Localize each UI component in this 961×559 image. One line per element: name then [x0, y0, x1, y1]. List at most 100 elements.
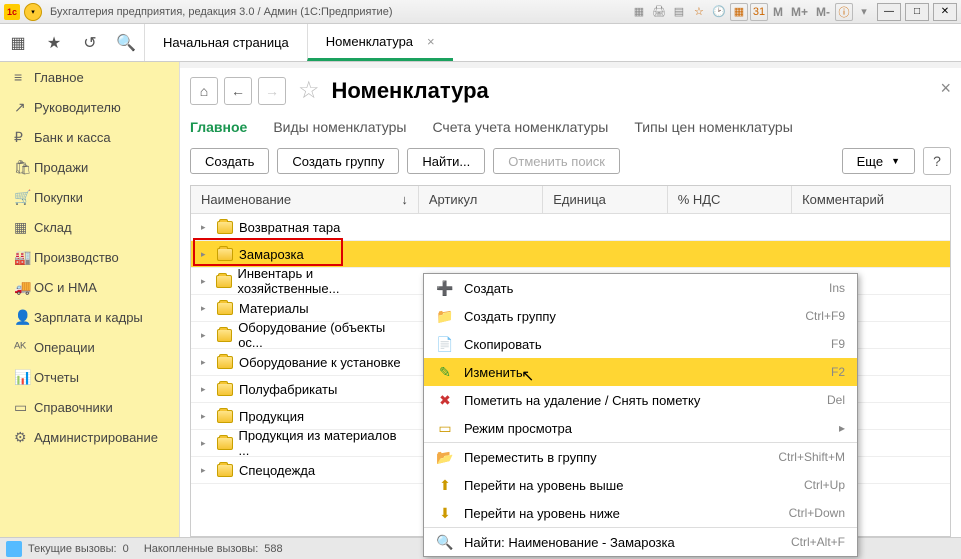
search-icon[interactable]: 🔍	[108, 24, 144, 61]
menu-label: Создать	[464, 281, 819, 296]
menu-item[interactable]: 📁Создать группуCtrl+F9	[424, 302, 857, 330]
current-calls-label: Текущие вызовы:	[28, 543, 117, 555]
expand-icon[interactable]: ▸	[201, 249, 211, 260]
history-icon[interactable]: ↺	[72, 24, 108, 61]
m-button[interactable]: M	[770, 5, 786, 19]
nav-label: Зарплата и кадры	[34, 310, 143, 325]
expand-icon[interactable]: ▸	[201, 384, 211, 395]
minimize-button[interactable]: —	[877, 3, 901, 21]
nav-icon: ≡	[14, 69, 34, 85]
nav-label: Главное	[34, 70, 84, 85]
tab-close-icon[interactable]: ×	[427, 34, 435, 49]
expand-icon[interactable]: ▸	[201, 357, 211, 368]
sidebar: ≡Главное↗Руководителю₽Банк и касса🛍Прода…	[0, 62, 180, 537]
expand-icon[interactable]: ▸	[201, 411, 211, 422]
create-group-button[interactable]: Создать группу	[277, 148, 399, 174]
m-plus-button[interactable]: M+	[788, 5, 811, 19]
star-icon[interactable]: ★	[36, 24, 72, 61]
app-menu-dropdown[interactable]: ▾	[24, 3, 42, 21]
titlebar-icon[interactable]: ▤	[670, 3, 688, 21]
subtab-main[interactable]: Главное	[190, 119, 247, 135]
maximize-button[interactable]: □	[905, 3, 929, 21]
table-row[interactable]: ▸ Возвратная тара	[191, 214, 950, 241]
col-vat[interactable]: % НДС	[668, 186, 792, 213]
sidebar-item[interactable]: ≡Главное	[0, 62, 179, 92]
close-button[interactable]: ✕	[933, 3, 957, 21]
cancel-find-button[interactable]: Отменить поиск	[493, 148, 620, 174]
sidebar-item[interactable]: ₽Банк и касса	[0, 122, 179, 152]
menu-label: Режим просмотра	[464, 421, 829, 436]
menu-icon: ✖	[436, 392, 454, 409]
menu-shortcut: Ins	[829, 281, 845, 295]
col-unit[interactable]: Единица	[543, 186, 667, 213]
help-button[interactable]: ?	[923, 147, 951, 175]
folder-icon	[217, 221, 233, 234]
table-header: Наименование↓ Артикул Единица % НДС Комм…	[191, 186, 950, 214]
nav-icon: ⚙	[14, 429, 34, 446]
favorite-icon[interactable]: ☆	[690, 3, 708, 21]
back-button[interactable]: ←	[224, 77, 252, 105]
history-icon[interactable]: 🕑	[710, 3, 728, 21]
dropdown-icon[interactable]: ▾	[855, 3, 873, 21]
titlebar-icon[interactable]: 🖨	[650, 3, 668, 21]
titlebar-icon[interactable]: ▦	[630, 3, 648, 21]
expand-icon[interactable]: ▸	[201, 222, 211, 233]
sidebar-item[interactable]: 🚚ОС и НМА	[0, 272, 179, 302]
sidebar-item[interactable]: ↗Руководителю	[0, 92, 179, 122]
nav-icon: ▦	[14, 219, 34, 236]
sidebar-item[interactable]: ▦Склад	[0, 212, 179, 242]
menu-item[interactable]: 📄СкопироватьF9	[424, 330, 857, 358]
menu-label: Создать группу	[464, 309, 795, 324]
subtab-accounts[interactable]: Счета учета номенклатуры	[432, 119, 608, 135]
sidebar-item[interactable]: 🛍Продажи	[0, 152, 179, 182]
menu-item[interactable]: ✎ИзменитьF2	[424, 358, 857, 386]
sidebar-item[interactable]: 🏭Производство	[0, 242, 179, 272]
close-page-icon[interactable]: ×	[940, 78, 951, 99]
subtab-types[interactable]: Виды номенклатуры	[273, 119, 406, 135]
nav-icon: ₽	[14, 129, 34, 146]
sidebar-item[interactable]: 👤Зарплата и кадры	[0, 302, 179, 332]
info-icon[interactable]: ⓘ	[835, 3, 853, 21]
col-name[interactable]: Наименование↓	[191, 186, 419, 213]
create-button[interactable]: Создать	[190, 148, 269, 174]
calc-icon[interactable]: ▦	[730, 3, 748, 21]
app-logo-icon: 1c	[4, 4, 20, 20]
tab-home[interactable]: Начальная страница	[144, 24, 307, 61]
favorite-star-icon[interactable]: ☆	[298, 76, 320, 105]
sidebar-item[interactable]: 🛒Покупки	[0, 182, 179, 212]
calendar-icon[interactable]: 31	[750, 3, 768, 21]
menu-item[interactable]: 🔍Найти: Наименование - ЗамарозкаCtrl+Alt…	[424, 528, 857, 556]
apps-grid-icon[interactable]: ▦	[0, 24, 36, 61]
expand-icon[interactable]: ▸	[201, 330, 211, 341]
list-toolbar: Создать Создать группу Найти... Отменить…	[190, 143, 951, 185]
more-button[interactable]: Еще▼	[842, 148, 915, 174]
forward-button[interactable]: →	[258, 77, 286, 105]
sidebar-item[interactable]: ⚙Администрирование	[0, 422, 179, 452]
expand-icon[interactable]: ▸	[201, 303, 211, 314]
row-label: Возвратная тара	[239, 220, 340, 235]
col-article[interactable]: Артикул	[419, 186, 543, 213]
menu-item[interactable]: ✖Пометить на удаление / Снять пометкуDel	[424, 386, 857, 414]
menu-shortcut: Ctrl+Down	[789, 506, 845, 520]
menu-item[interactable]: 📂Переместить в группуCtrl+Shift+M	[424, 443, 857, 471]
tab-nomenclature[interactable]: Номенклатура×	[307, 24, 453, 61]
expand-icon[interactable]: ▸	[201, 276, 210, 287]
expand-icon[interactable]: ▸	[201, 438, 211, 449]
col-comment[interactable]: Комментарий	[792, 186, 950, 213]
sidebar-item[interactable]: 📊Отчеты	[0, 362, 179, 392]
menu-item[interactable]: ⬆Перейти на уровень вышеCtrl+Up	[424, 471, 857, 499]
menu-item[interactable]: ⬇Перейти на уровень нижеCtrl+Down	[424, 499, 857, 527]
subtab-prices[interactable]: Типы цен номенклатуры	[634, 119, 792, 135]
nav-label: Производство	[34, 250, 119, 265]
menu-item[interactable]: ▭Режим просмотра▸	[424, 414, 857, 442]
table-row[interactable]: ▸Замарозка	[191, 241, 950, 268]
m-minus-button[interactable]: M-	[813, 5, 833, 19]
sidebar-item[interactable]: ᴬᴷОперации	[0, 332, 179, 362]
menu-shortcut: Ctrl+Alt+F	[791, 535, 845, 549]
home-button[interactable]: ⌂	[190, 77, 218, 105]
menu-item[interactable]: ➕СоздатьIns	[424, 274, 857, 302]
expand-icon[interactable]: ▸	[201, 465, 211, 476]
folder-icon	[217, 437, 233, 450]
find-button[interactable]: Найти...	[407, 148, 485, 174]
sidebar-item[interactable]: ▭Справочники	[0, 392, 179, 422]
